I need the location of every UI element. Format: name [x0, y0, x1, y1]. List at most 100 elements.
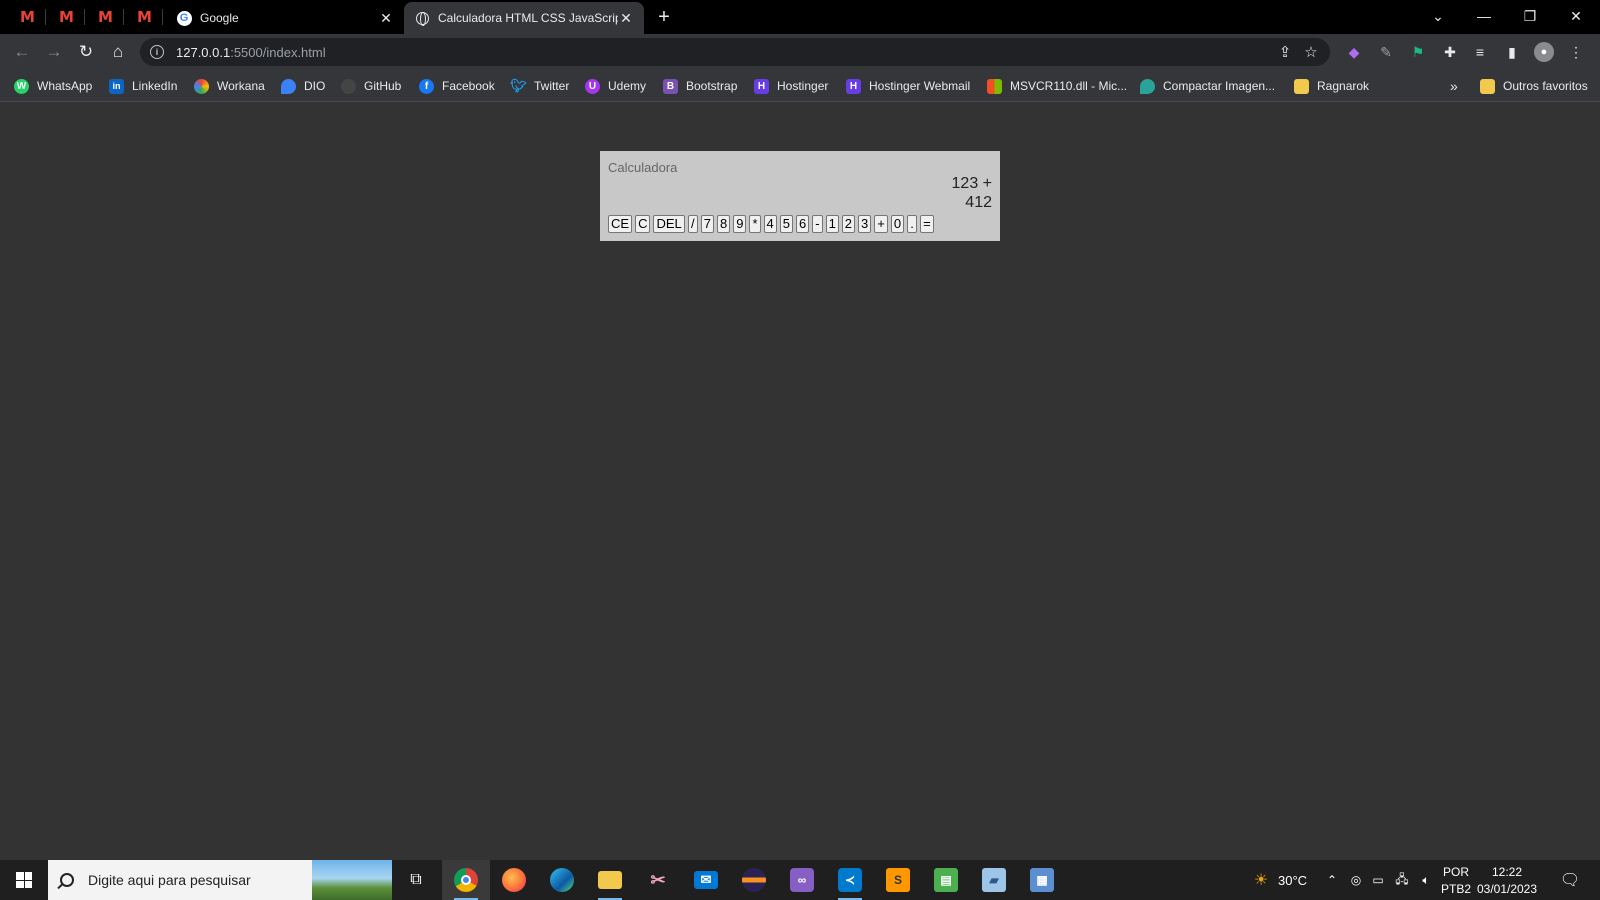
pinned-tab-gmail-2[interactable]: M [53, 6, 79, 28]
system-clock[interactable]: 12:22 03/01/2023 [1474, 864, 1540, 898]
extension-leaf-icon[interactable]: ⚑ [1408, 42, 1428, 62]
restore-icon: ❐ [1523, 7, 1537, 24]
bookmark-msvcr110[interactable]: MSVCR110.dll - Mic... [987, 77, 1127, 95]
camera-icon[interactable]: ◎ [1348, 872, 1364, 888]
address-bar[interactable]: i 127.0.0.1:5500/index.html ⇪ ☆ [140, 38, 1330, 66]
bookmark-hostinger-webmail[interactable]: H Hostinger Webmail [846, 77, 970, 95]
pinned-tab-gmail-1[interactable]: M [14, 6, 40, 28]
taskbar-snipping-tool[interactable]: ✂ [634, 860, 682, 900]
key-8[interactable]: 8 [716, 215, 731, 233]
arrow-right-icon: → [45, 42, 63, 61]
key-delete[interactable]: DEL [653, 215, 685, 233]
taskbar-chrome[interactable] [442, 860, 490, 900]
bookmark-github[interactable]: GitHub [341, 77, 401, 95]
bookmark-workana[interactable]: Workana [194, 77, 265, 95]
key-6[interactable]: 6 [795, 215, 810, 233]
key-7[interactable]: 7 [700, 215, 714, 233]
close-icon[interactable]: ✕ [618, 10, 634, 26]
weather-temp[interactable]: 30°C [1278, 860, 1307, 900]
kebab-menu-icon[interactable]: ⋮ [1566, 42, 1586, 62]
home-button[interactable]: ⌂ [106, 40, 130, 64]
edge-icon [550, 868, 574, 892]
key-equals[interactable]: = [920, 215, 934, 233]
key-5[interactable]: 5 [779, 215, 793, 233]
bookmark-linkedin[interactable]: in LinkedIn [109, 77, 177, 95]
notification-center-icon[interactable]: 🗨︎ [1560, 872, 1580, 889]
taskbar-calculator[interactable]: ▦ [1018, 860, 1066, 900]
bookmark-ragnarok[interactable]: Ragnarok [1294, 77, 1369, 95]
share-icon[interactable]: ⇪ [1274, 42, 1296, 62]
bookmarks-overflow-button[interactable]: » [1450, 77, 1458, 95]
bookmark-star-icon[interactable]: ☆ [1300, 42, 1322, 62]
chevron-up-icon[interactable]: ⌃ [1324, 872, 1340, 888]
taskbar-visual-studio[interactable]: ∞ [778, 860, 826, 900]
minimize-button[interactable]: — [1464, 4, 1504, 28]
key-4[interactable]: 4 [763, 215, 777, 233]
pinned-tab-gmail-4[interactable]: M [131, 6, 157, 28]
restore-button[interactable]: ❐ [1510, 4, 1550, 28]
profile-avatar[interactable]: ● [1534, 42, 1554, 62]
task-view-button[interactable]: ⧉ [392, 860, 440, 900]
taskbar-notes-app[interactable]: ▰ [970, 860, 1018, 900]
taskbar-edge[interactable] [538, 860, 586, 900]
key-clear[interactable]: C [635, 215, 651, 233]
reading-list-icon[interactable]: ≡ [1470, 42, 1490, 62]
info-icon[interactable]: i [150, 45, 164, 59]
bookmark-facebook[interactable]: f Facebook [419, 77, 495, 95]
close-icon[interactable]: ✕ [378, 10, 394, 26]
browser-toolbar: ← → ↻ ⌂ i 127.0.0.1:5500/index.html ⇪ ☆ … [0, 34, 1600, 70]
bookmark-label: Twitter [534, 79, 570, 93]
taskbar-sublime[interactable]: S [874, 860, 922, 900]
back-button[interactable]: ← [10, 40, 34, 64]
volume-icon[interactable]: 🔈︎ [1418, 872, 1434, 888]
puzzle-icon[interactable]: ✚ [1440, 42, 1460, 62]
close-window-button[interactable]: ✕ [1556, 4, 1596, 28]
key-2[interactable]: 2 [841, 215, 856, 233]
battery-icon[interactable]: ▭ [1370, 872, 1386, 888]
key-decimal[interactable]: . [907, 215, 918, 233]
taskbar-mail[interactable]: ✉ [682, 860, 730, 900]
key-divide[interactable]: / [687, 215, 698, 233]
key-1[interactable]: 1 [825, 215, 839, 233]
notes-icon: ▰ [982, 868, 1006, 892]
hostinger-icon: H [846, 78, 861, 94]
google-icon: G [176, 10, 192, 26]
bookmark-udemy[interactable]: U Udemy [585, 77, 646, 95]
taskbar-vscode[interactable]: ≺ [826, 860, 874, 900]
other-bookmarks-folder[interactable]: Outros favoritos [1480, 77, 1588, 95]
extension-icon[interactable]: ◆ [1344, 42, 1364, 62]
key-subtract[interactable]: - [812, 215, 823, 233]
forward-button[interactable]: → [42, 40, 66, 64]
key-3[interactable]: 3 [858, 215, 872, 233]
tab-google[interactable]: G Google ✕ [166, 2, 404, 34]
taskbar-search[interactable]: Digite aqui para pesquisar [48, 860, 392, 900]
taskbar-firefox[interactable] [490, 860, 538, 900]
bookmark-whatsapp[interactable]: W WhatsApp [14, 77, 92, 95]
bookmark-hostinger[interactable]: H Hostinger [754, 77, 828, 95]
tab-calculadora[interactable]: Calculadora HTML CSS JavaScript ✕ [404, 2, 644, 34]
key-multiply[interactable]: * [749, 215, 761, 233]
extension-pen-icon[interactable]: ✎ [1376, 42, 1396, 62]
reload-button[interactable]: ↻ [74, 40, 98, 64]
key-clear-entry[interactable]: CE [608, 215, 633, 233]
network-icon[interactable]: 🖧︎ [1394, 872, 1410, 888]
new-tab-button[interactable]: + [652, 6, 676, 28]
bookmark-twitter[interactable]: 🐦︎ Twitter [510, 77, 570, 95]
taskbar-eclipse[interactable] [730, 860, 778, 900]
key-add[interactable]: + [874, 215, 888, 233]
taskbar-project-app[interactable]: ▤ [922, 860, 970, 900]
bookmark-dio[interactable]: DIO [281, 77, 325, 95]
weather-icon[interactable]: ☀ [1250, 872, 1272, 889]
start-button[interactable] [0, 860, 48, 900]
key-9[interactable]: 9 [733, 215, 747, 233]
bookmark-bootstrap[interactable]: B Bootstrap [663, 77, 737, 95]
tab-search-button[interactable]: ⌄ [1418, 4, 1458, 28]
side-panel-icon[interactable]: ▮ [1502, 42, 1522, 62]
pinned-tab-gmail-3[interactable]: M [92, 6, 118, 28]
key-0[interactable]: 0 [890, 215, 905, 233]
url-text[interactable]: 127.0.0.1:5500/index.html [176, 45, 326, 60]
taskbar-file-explorer[interactable] [586, 860, 634, 900]
input-language[interactable]: POR PTB2 [1440, 864, 1472, 898]
reload-icon: ↻ [78, 42, 94, 61]
bookmark-compactar[interactable]: Compactar Imagen... [1140, 77, 1275, 95]
